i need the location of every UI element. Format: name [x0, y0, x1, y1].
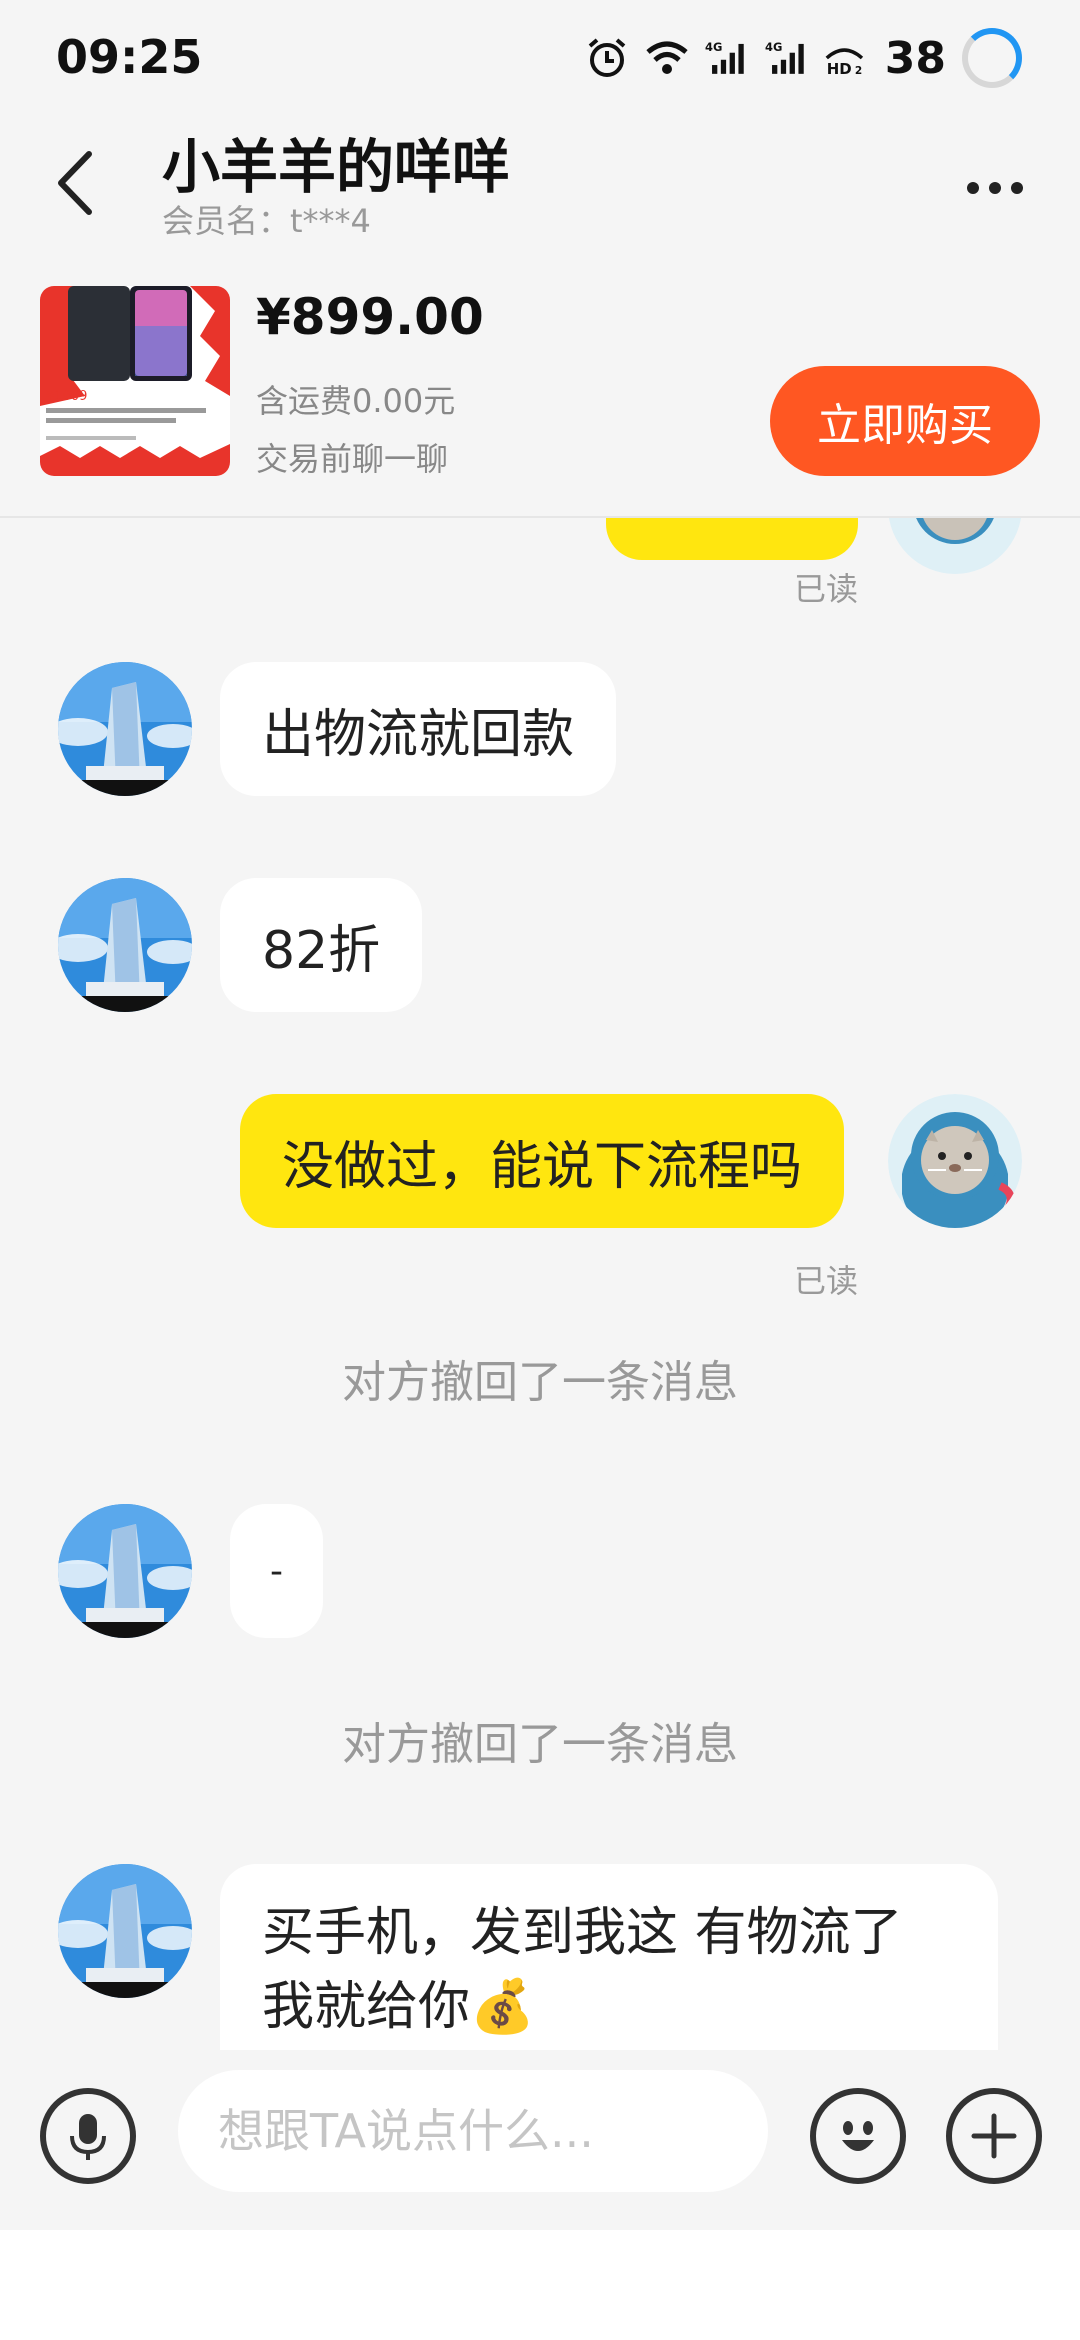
- building-avatar-image: [58, 878, 192, 1012]
- smiley-icon: [842, 2121, 874, 2151]
- alarm-icon: [588, 38, 626, 77]
- building-avatar-image: [58, 1504, 192, 1638]
- read-receipt: 已读: [794, 1262, 859, 1300]
- svg-text:¥1009: ¥1009: [46, 389, 87, 404]
- loading-spinner-icon: [962, 28, 1022, 88]
- message-input[interactable]: [178, 2070, 768, 2192]
- wifi-icon: [646, 41, 688, 74]
- message-bubble[interactable]: 82折: [220, 878, 423, 1012]
- own-avatar-partial[interactable]: [888, 518, 1022, 574]
- hd-icon: HD 2: [825, 48, 863, 78]
- plus-icon: [971, 2113, 1017, 2159]
- status-time: 09:25: [56, 30, 203, 84]
- input-bar: [0, 2050, 1080, 2230]
- message-line: 我就给你💰: [262, 1977, 535, 2037]
- building-avatar-image: [58, 662, 192, 796]
- read-receipt: 已读: [794, 570, 859, 608]
- product-price: ¥899.00: [256, 288, 484, 346]
- contact-name: 小羊羊的咩咩: [162, 133, 511, 201]
- signal-4g-icon: 4G: [765, 40, 804, 74]
- buy-now-button[interactable]: 立即购买: [770, 366, 1040, 476]
- seal-avatar-image: [888, 518, 1022, 574]
- more-actions-button[interactable]: [946, 2088, 1042, 2184]
- contact-avatar[interactable]: [58, 1864, 192, 1998]
- recalled-notice: 对方撤回了一条消息: [342, 1357, 738, 1408]
- message-bubble[interactable]: -: [230, 1504, 323, 1638]
- svg-text:4G: 4G: [705, 40, 722, 54]
- member-label: 会员名：t***4: [162, 202, 371, 240]
- message-bubble[interactable]: 买手机，发到我这 有物流了 我就给你💰: [220, 1864, 998, 2050]
- own-avatar[interactable]: [888, 1094, 1022, 1228]
- dot-icon: [989, 182, 1001, 194]
- message-bubble[interactable]: 出物流就回款: [220, 662, 617, 796]
- voice-input-button[interactable]: [40, 2088, 136, 2184]
- message-list[interactable]: 已读 出物流就回款 82折 没做过，能说下流程吗 已读 对方撤回了一条消息 - …: [0, 518, 1080, 2050]
- signal-4g-icon: 4G: [705, 40, 744, 74]
- svg-text:HD: HD: [827, 60, 852, 78]
- seal-avatar-image: [888, 1094, 1022, 1228]
- recalled-notice: 对方撤回了一条消息: [342, 1719, 738, 1770]
- chat-before-trade: 交易前聊一聊: [256, 440, 449, 478]
- dot-icon: [1011, 182, 1023, 194]
- svg-text:2: 2: [855, 65, 862, 77]
- dot-icon: [967, 182, 979, 194]
- more-options-button[interactable]: [950, 148, 1040, 228]
- message-bubble-own[interactable]: 没做过，能说下流程吗: [240, 1094, 845, 1228]
- chat-header: 小羊羊的咩咩 会员名：t***4: [0, 120, 1080, 250]
- chevron-left-icon: [58, 151, 92, 215]
- status-icons: 4G 4G HD 2 38: [585, 26, 1022, 90]
- building-avatar-image: [58, 1864, 192, 1998]
- product-thumbnail[interactable]: ¥1009: [40, 286, 230, 476]
- svg-text:4G: 4G: [765, 40, 782, 54]
- message-bubble-own-partial[interactable]: [606, 518, 858, 560]
- microphone-icon: [70, 2114, 106, 2160]
- contact-avatar[interactable]: [58, 878, 192, 1012]
- contact-avatar[interactable]: [58, 662, 192, 796]
- product-card[interactable]: ¥1009 ¥899.00 含运费0.00元 交易前聊一聊 立即购买: [0, 250, 1080, 518]
- contact-avatar[interactable]: [58, 1504, 192, 1638]
- battery-level: 38: [884, 32, 946, 84]
- back-button[interactable]: [40, 138, 110, 228]
- bottom-safe-area: [0, 2230, 1080, 2340]
- phone-product-image: ¥1009: [40, 286, 230, 476]
- shipping-fee: 含运费0.00元: [256, 382, 456, 420]
- message-line: 买手机，发到我这 有物流了: [262, 1903, 903, 1963]
- emoji-button[interactable]: [810, 2088, 906, 2184]
- status-bar: 09:25 4G 4G HD 2 38: [0, 0, 1080, 120]
